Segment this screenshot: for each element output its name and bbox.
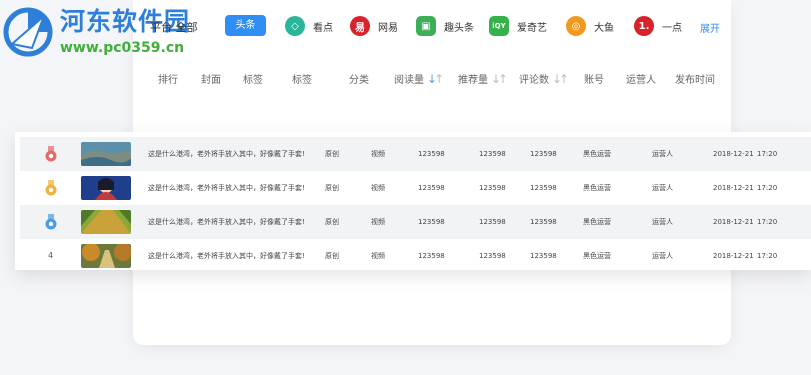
platform-all-label[interactable]: 平台 全部 bbox=[150, 19, 198, 35]
header-operator: 运营人 bbox=[626, 75, 656, 86]
platform-label: 看点 bbox=[313, 22, 333, 34]
row-source: 原创 bbox=[325, 184, 339, 192]
platform-label: 网易 bbox=[378, 22, 398, 34]
row-reads: 123598 bbox=[418, 252, 445, 260]
platform-label: 爱奇艺 bbox=[517, 22, 547, 34]
row-reads: 123598 bbox=[418, 150, 445, 158]
header-tag: 标签 bbox=[292, 75, 312, 86]
medal-icon bbox=[45, 146, 57, 162]
row-operator: 运营人 bbox=[652, 184, 673, 192]
platform-label: 大鱼 bbox=[594, 22, 614, 34]
row-time: 17:20 bbox=[757, 184, 778, 192]
platform-label: 一点 bbox=[662, 22, 682, 34]
medal-icon bbox=[45, 214, 57, 230]
row-source: 原创 bbox=[325, 252, 339, 260]
iqiyi-icon: iQY bbox=[489, 16, 509, 36]
medal-icon bbox=[45, 180, 57, 196]
row-account: 黑色运营 bbox=[583, 184, 611, 192]
header-cover: 封面 bbox=[201, 75, 221, 86]
kandian-icon: ◇ bbox=[285, 16, 305, 36]
cover-thumbnail[interactable] bbox=[81, 142, 131, 166]
row-comments: 123598 bbox=[530, 218, 557, 226]
row-comments: 123598 bbox=[530, 184, 557, 192]
platform-qutoutiao[interactable]: ▣ 趣头条 bbox=[416, 14, 474, 38]
header-account: 账号 bbox=[584, 75, 604, 86]
row-comments: 123598 bbox=[530, 150, 557, 158]
row-date: 2018-12-21 bbox=[713, 184, 754, 192]
row-account: 黑色运营 bbox=[583, 150, 611, 158]
table-row[interactable]: 这是什么港湾，老外将手放入其中，好像戴了手套! 原创 视频 123598 123… bbox=[20, 171, 811, 205]
table-row[interactable]: 这是什么港湾，老外将手放入其中，好像戴了手套! 原创 视频 123598 123… bbox=[20, 205, 811, 239]
row-operator: 运营人 bbox=[652, 150, 673, 158]
header-recommend[interactable]: 推荐量 ↓↑ bbox=[458, 71, 508, 87]
sort-icon[interactable]: ↓↑ bbox=[491, 72, 508, 86]
table-row[interactable]: 4 这是什么港湾，老外将手放入其中，好像戴了手套! 原创 视频 123598 1… bbox=[20, 239, 811, 273]
row-source: 原创 bbox=[325, 218, 339, 226]
row-recommend: 123598 bbox=[479, 150, 506, 158]
row-category: 视频 bbox=[371, 252, 385, 260]
row-category: 视频 bbox=[371, 218, 385, 226]
row-recommend: 123598 bbox=[479, 218, 506, 226]
platform-iqiyi[interactable]: iQY 爱奇艺 bbox=[489, 14, 547, 38]
platform-label: 趣头条 bbox=[444, 22, 474, 34]
row-time: 17:20 bbox=[757, 150, 778, 158]
row-date: 2018-12-21 bbox=[713, 252, 754, 260]
row-date: 2018-12-21 bbox=[713, 218, 754, 226]
yidian-icon: 1. bbox=[634, 16, 654, 36]
row-operator: 运营人 bbox=[652, 252, 673, 260]
header-rank: 排行 bbox=[158, 75, 178, 86]
row-reads: 123598 bbox=[418, 218, 445, 226]
header-category: 分类 bbox=[349, 75, 369, 86]
platform-chip-selected[interactable]: 头条 bbox=[225, 15, 266, 36]
header-tag: 标签 bbox=[243, 75, 263, 86]
row-title[interactable]: 这是什么港湾，老外将手放入其中，好像戴了手套! bbox=[148, 205, 305, 239]
platform-netease[interactable]: 易 网易 bbox=[350, 14, 398, 38]
row-operator: 运营人 bbox=[652, 218, 673, 226]
platform-yidian[interactable]: 1. 一点 bbox=[634, 14, 682, 38]
row-title[interactable]: 这是什么港湾，老外将手放入其中，好像戴了手套! bbox=[148, 171, 305, 205]
row-recommend: 123598 bbox=[479, 184, 506, 192]
row-source: 原创 bbox=[325, 150, 339, 158]
header-comments[interactable]: 评论数 ↓↑ bbox=[519, 71, 569, 87]
row-recommend: 123598 bbox=[479, 252, 506, 260]
header-publish-time: 发布时间 bbox=[675, 75, 715, 86]
cover-thumbnail[interactable] bbox=[81, 176, 131, 200]
dayu-icon: ◎ bbox=[566, 16, 586, 36]
row-comments: 123598 bbox=[530, 252, 557, 260]
row-date: 2018-12-21 bbox=[713, 150, 754, 158]
cover-thumbnail[interactable] bbox=[81, 210, 131, 234]
watermark-url: www.pc0359.cn bbox=[60, 40, 185, 56]
row-title[interactable]: 这是什么港湾，老外将手放入其中，好像戴了手套! bbox=[148, 137, 305, 171]
netease-icon: 易 bbox=[350, 16, 370, 36]
platform-kandian[interactable]: ◇ 看点 bbox=[285, 14, 333, 38]
row-reads: 123598 bbox=[418, 184, 445, 192]
rank-number: 4 bbox=[48, 251, 54, 260]
table-row[interactable]: 这是什么港湾，老外将手放入其中，好像戴了手套! 原创 视频 123598 123… bbox=[20, 137, 811, 171]
row-account: 黑色运营 bbox=[583, 218, 611, 226]
platform-dayu[interactable]: ◎ 大鱼 bbox=[566, 14, 614, 38]
sort-icon[interactable]: ↓↑ bbox=[427, 72, 444, 86]
row-time: 17:20 bbox=[757, 218, 778, 226]
header-reads[interactable]: 阅读量 ↓↑ bbox=[394, 71, 444, 87]
row-account: 黑色运营 bbox=[583, 252, 611, 260]
row-category: 视频 bbox=[371, 150, 385, 158]
row-category: 视频 bbox=[371, 184, 385, 192]
row-time: 17:20 bbox=[757, 252, 778, 260]
cover-thumbnail[interactable] bbox=[81, 244, 131, 268]
qutoutiao-icon: ▣ bbox=[416, 16, 436, 36]
ranking-table: 这是什么港湾，老外将手放入其中，好像戴了手套! 原创 视频 123598 123… bbox=[15, 132, 811, 270]
expand-link[interactable]: 展开 bbox=[700, 20, 720, 35]
row-title[interactable]: 这是什么港湾，老外将手放入其中，好像戴了手套! bbox=[148, 239, 305, 273]
site-logo-icon bbox=[3, 7, 53, 57]
sort-icon[interactable]: ↓↑ bbox=[552, 72, 569, 86]
